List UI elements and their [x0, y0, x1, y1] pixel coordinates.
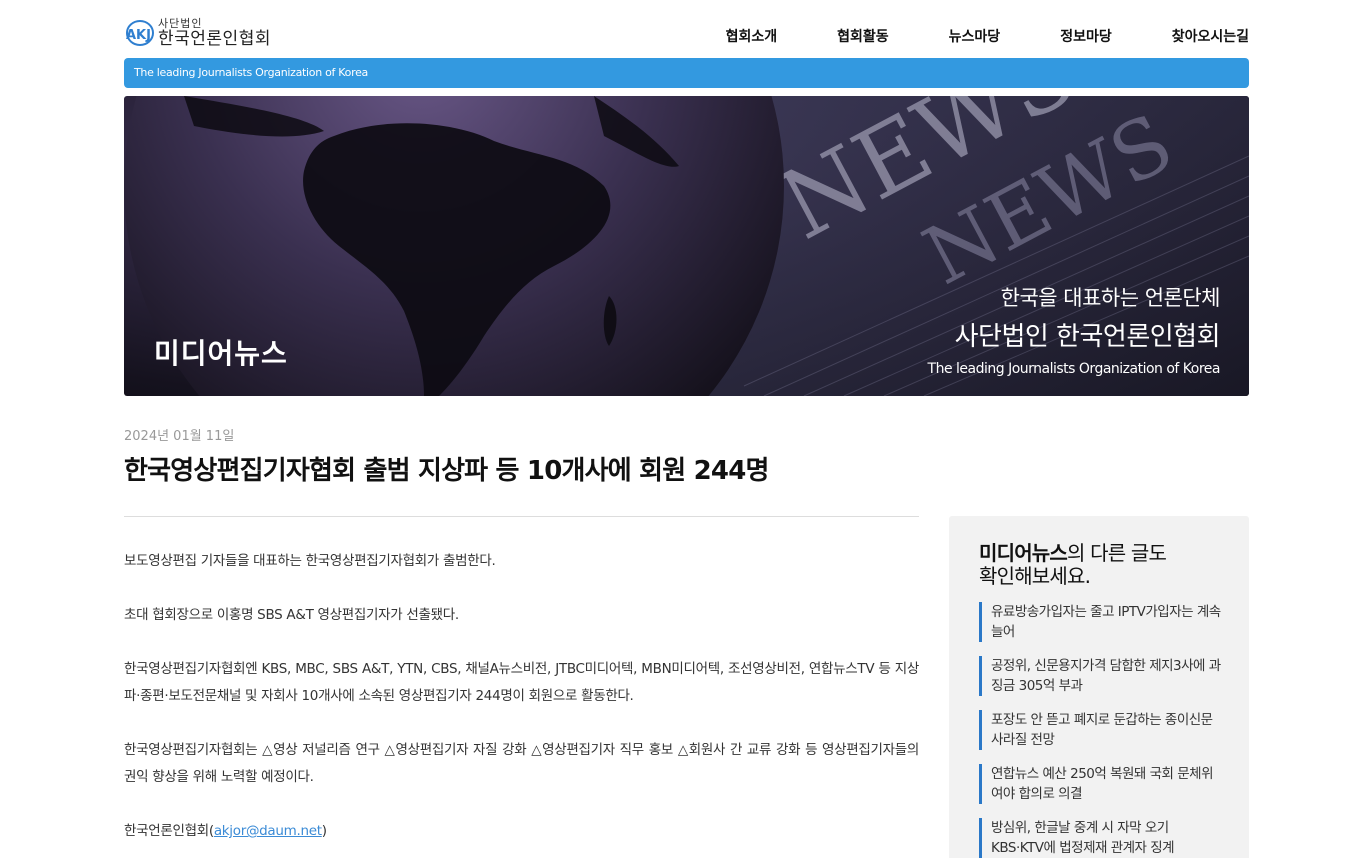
article-paragraph: 초대 협회장으로 이홍명 SBS A&T 영상편집기자가 선출됐다. [124, 607, 459, 623]
article-paragraph: 한국영상편집기자협회는 △영상 저널리즘 연구 △영상편집기자 자질 강화 △영… [124, 742, 919, 785]
related-news-item[interactable]: 유료방송가입자는 줄고 IPTV가입자는 계속 늘어 [979, 602, 1224, 642]
sidebar-heading-rest-2: 확인해보세요. [979, 564, 1091, 588]
tagline-bar: The leading Journalists Organization of … [124, 58, 1249, 88]
article-paragraph: 보도영상편집 기자들을 대표하는 한국영상편집기자협회가 출범한다. [124, 553, 496, 569]
related-news-item[interactable]: 연합뉴스 예산 250억 복원돼 국회 문체위 여야 합의로 의결 [979, 764, 1224, 804]
article-title: 한국영상편집기자협회 출범 지상파 등 10개사에 회원 244명 [124, 456, 769, 486]
article-source: 한국언론인협회(akjor@daum.net) [124, 818, 919, 845]
main-nav: 협회소개 협회활동 뉴스마당 정보마당 찾아오시는길 [666, 26, 1249, 46]
sidebar-heading-rest-1: 의 다른 글도 [1067, 541, 1167, 565]
sidebar-heading-bold: 미디어뉴스 [979, 541, 1068, 565]
svg-text:AKJ: AKJ [126, 28, 151, 43]
banner-line-3: The leading Journalists Organization of … [927, 361, 1221, 377]
article-body: 보도영상편집 기자들을 대표하는 한국영상편집기자협회가 출범한다. 초대 협회… [124, 548, 919, 858]
source-suffix: ) [321, 823, 327, 839]
related-news-item[interactable]: 방심위, 한글날 중계 시 자막 오기 KBS·KTV에 법정제재 관계자 징계 [979, 818, 1224, 858]
source-prefix: 한국언론인협회( [124, 823, 214, 839]
nav-item-news[interactable]: 뉴스마당 [949, 26, 1001, 46]
tagline-text: The leading Journalists Organization of … [134, 66, 368, 79]
site-header: AKJ 사단법인 한국언론인협회 협회소개 협회활동 뉴스마당 정보마당 찾아오… [124, 16, 1249, 56]
related-news-list: 유료방송가입자는 줄고 IPTV가입자는 계속 늘어 공정위, 신문용지가격 담… [979, 602, 1224, 858]
related-news-sidebar: 미디어뉴스의 다른 글도 확인해보세요. 유료방송가입자는 줄고 IPTV가입자… [949, 516, 1249, 858]
hero-banner: NEWS NEWS 미디어뉴스 한국을 대표하는 언론단체 사단법인 한국언론인… [124, 96, 1249, 396]
nav-item-activities[interactable]: 협회활동 [837, 26, 889, 46]
article-paragraph: 한국영상편집기자협회엔 KBS, MBC, SBS A&T, YTN, CBS,… [124, 661, 919, 704]
nav-item-about[interactable]: 협회소개 [726, 26, 778, 46]
related-news-item[interactable]: 포장도 안 뜯고 폐지로 둔갑하는 종이신문 사라질 전망 [979, 710, 1224, 750]
article-date: 2024년 01월 11일 [124, 429, 235, 444]
banner-line-1: 한국을 대표하는 언론단체 [1000, 286, 1221, 310]
source-email-link[interactable]: akjor@daum.net [214, 823, 322, 839]
nav-item-info[interactable]: 정보마당 [1060, 26, 1112, 46]
banner-line-2: 사단법인 한국언론인협회 [954, 322, 1221, 352]
banner-section-title: 미디어뉴스 [154, 337, 288, 370]
logo-title: 한국언론인협회 [158, 29, 271, 49]
nav-item-directions[interactable]: 찾아오시는길 [1172, 26, 1249, 46]
related-news-item[interactable]: 공정위, 신문용지가격 담합한 제지3사에 과징금 305억 부과 [979, 656, 1224, 696]
site-logo[interactable]: AKJ 사단법인 한국언론인협회 [124, 18, 271, 48]
logo-emblem-icon: AKJ [124, 18, 156, 48]
banner-org-block: 한국을 대표하는 언론단체 사단법인 한국언론인협회 The leading J… [927, 282, 1221, 377]
logo-subtitle: 사단법인 [158, 17, 203, 30]
sidebar-heading: 미디어뉴스의 다른 글도 확인해보세요. [979, 541, 1167, 588]
article-divider [124, 516, 919, 517]
